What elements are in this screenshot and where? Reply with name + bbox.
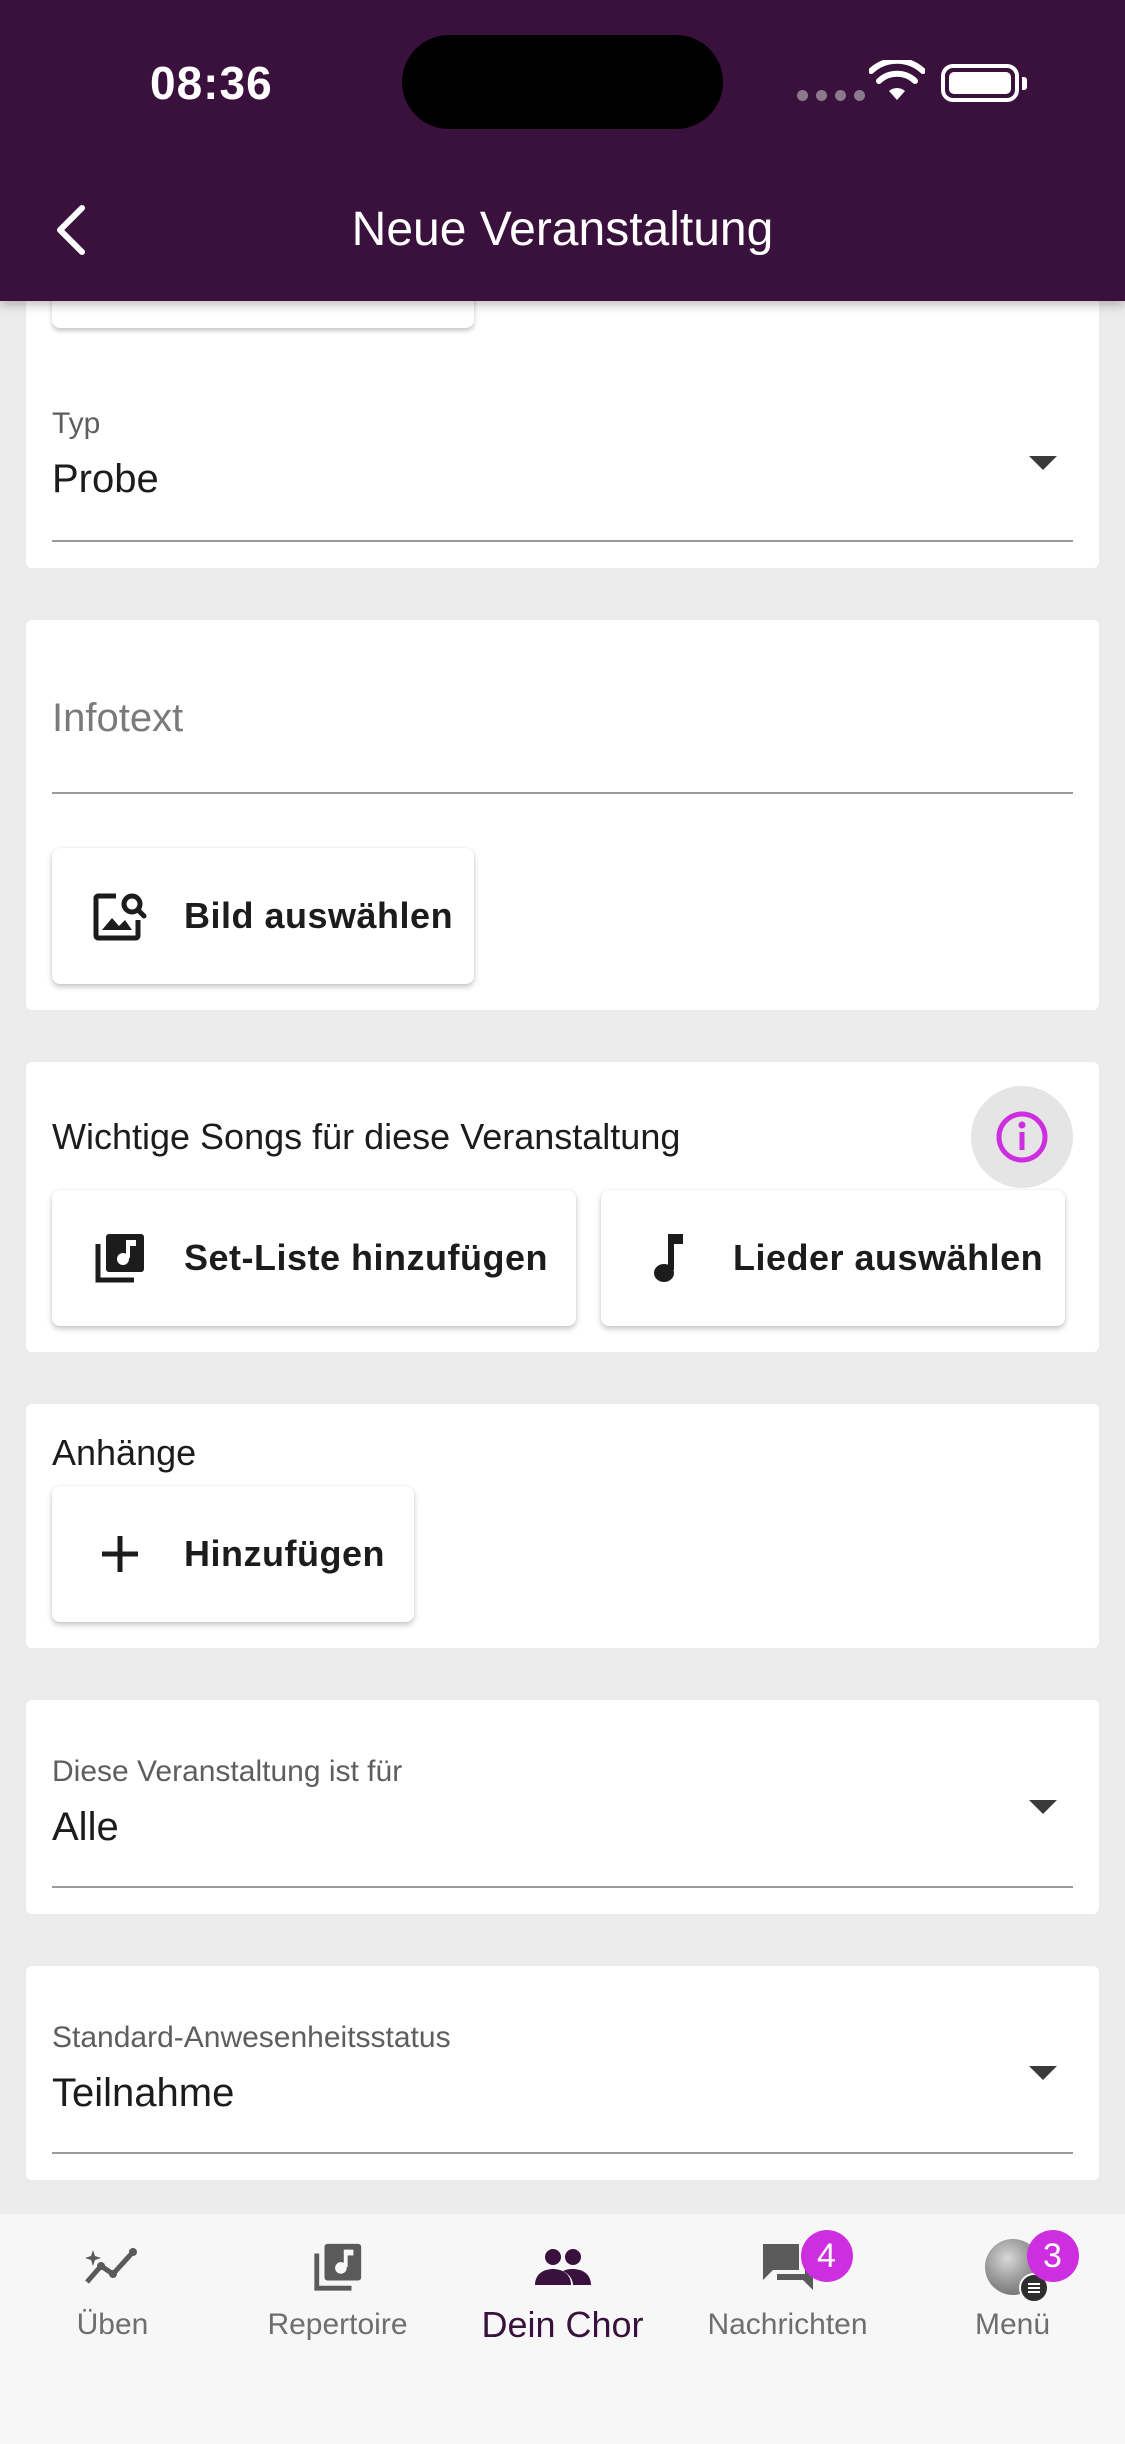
nav-item-menu[interactable]: 3 Menü — [900, 2230, 1125, 2372]
type-value[interactable]: Probe — [52, 457, 159, 502]
attendance-card: Standard-Anwesenheitsstatus Teilnahme — [26, 1966, 1099, 2180]
audience-value[interactable]: Alle — [52, 1805, 119, 1850]
nav-item-ueben[interactable]: Üben — [0, 2232, 225, 2372]
attachments-card: Anhänge Hinzufügen — [26, 1404, 1099, 1648]
nav-label-repertoire: Repertoire — [267, 2308, 408, 2341]
dropdown-arrow-icon[interactable] — [1029, 2066, 1057, 2080]
music-note-icon — [639, 1228, 699, 1288]
audience-label: Diese Veranstaltung ist für — [52, 1755, 403, 1788]
nav-label-dein-chor: Dein Chor — [481, 2304, 644, 2345]
music-library-icon — [90, 1228, 150, 1288]
info-icon — [996, 1111, 1048, 1163]
info-text-input[interactable]: Infotext — [52, 696, 183, 741]
nav-item-nachrichten[interactable]: 4 Nachrichten — [675, 2230, 900, 2372]
battery-icon — [941, 64, 1027, 102]
music-library-icon — [311, 2232, 365, 2302]
group-icon — [533, 2232, 593, 2302]
add-attachment-button[interactable]: Hinzufügen — [52, 1486, 414, 1622]
select-songs-label: Lieder auswählen — [733, 1237, 1044, 1278]
trend-icon — [83, 2232, 143, 2302]
select-songs-button[interactable]: Lieder auswählen — [601, 1190, 1065, 1326]
info-card: Infotext Bild auswählen — [26, 620, 1099, 1010]
dynamic-island — [402, 35, 723, 129]
songs-title: Wichtige Songs für diese Veranstaltung — [52, 1116, 681, 1157]
page-title: Neue Veranstaltung — [351, 203, 774, 256]
nav-label-menu: Menü — [974, 2308, 1051, 2341]
wifi-icon — [868, 57, 926, 109]
messages-badge: 4 — [800, 2230, 853, 2282]
bottom-navigation: Üben Repertoire Dein Chor 4 Nachrichten … — [0, 2214, 1125, 2444]
chat-icon: 4 — [759, 2230, 853, 2302]
select-image-label: Bild auswählen — [184, 895, 454, 936]
image-search-icon — [90, 886, 150, 946]
dropdown-arrow-icon[interactable] — [1029, 1800, 1057, 1814]
dropdown-arrow-icon[interactable] — [1029, 456, 1057, 470]
app-header: 08:36 Neue Veranstaltung — [0, 0, 1125, 301]
status-time: 08:36 — [150, 57, 273, 109]
attachments-title: Anhänge — [52, 1432, 197, 1473]
info-button[interactable] — [971, 1086, 1073, 1188]
select-image-button[interactable]: Bild auswählen — [52, 848, 474, 984]
nav-label-nachrichten: Nachrichten — [707, 2308, 868, 2341]
menu-badge: 3 — [1026, 2230, 1079, 2282]
nav-item-repertoire[interactable]: Repertoire — [225, 2232, 450, 2372]
attendance-underline — [52, 2152, 1073, 2154]
plus-icon — [90, 1524, 150, 1584]
type-underline — [52, 540, 1073, 542]
audience-underline — [52, 1886, 1073, 1888]
signal-icon — [797, 90, 865, 101]
add-attachment-label: Hinzufügen — [184, 1533, 385, 1574]
audience-card: Diese Veranstaltung ist für Alle — [26, 1700, 1099, 1914]
info-underline — [52, 792, 1073, 794]
add-setlist-label: Set-Liste hinzufügen — [184, 1237, 548, 1278]
songs-card: Wichtige Songs für diese Veranstaltung S… — [26, 1062, 1099, 1352]
attendance-value[interactable]: Teilnahme — [52, 2071, 234, 2116]
type-label: Typ — [52, 407, 101, 440]
attendance-label: Standard-Anwesenheitsstatus — [52, 2021, 451, 2054]
nav-item-dein-chor[interactable]: Dein Chor — [450, 2232, 675, 2372]
nav-label-ueben: Üben — [76, 2308, 149, 2341]
add-setlist-button[interactable]: Set-Liste hinzufügen — [52, 1190, 576, 1326]
